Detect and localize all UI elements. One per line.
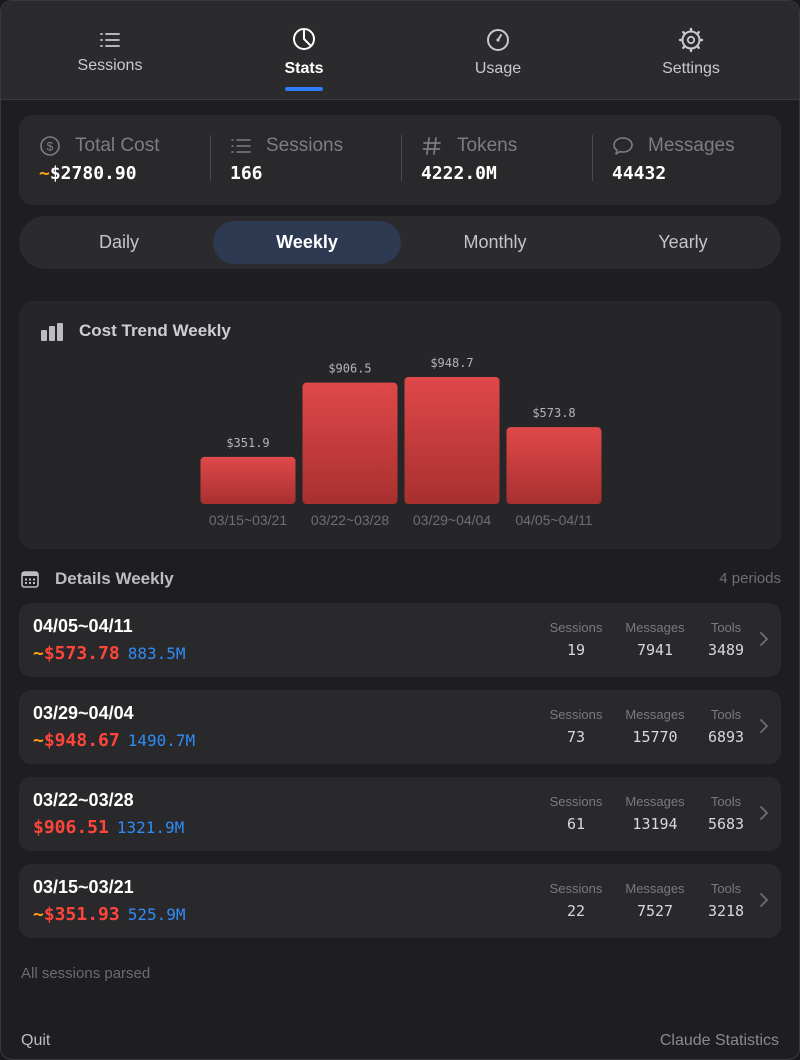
details-count: 4 periods bbox=[719, 570, 781, 587]
bar-value-label: $948.7 bbox=[430, 356, 473, 370]
row-sessions: Sessions 61 bbox=[549, 794, 603, 833]
svg-text:$: $ bbox=[47, 140, 54, 154]
row-tokens: 1490.7M bbox=[127, 731, 196, 750]
gear-icon bbox=[678, 27, 704, 53]
tab-settings-label: Settings bbox=[662, 60, 720, 77]
bar-0 bbox=[200, 456, 296, 504]
row-period: 03/22~03/28 bbox=[33, 790, 134, 810]
row-tokens: 1321.9M bbox=[116, 818, 185, 837]
row-period: 04/05~04/11 bbox=[33, 616, 133, 636]
sessions-label: Sessions bbox=[266, 135, 344, 156]
bar-value-label: $351.9 bbox=[226, 436, 269, 450]
period-row[interactable]: 03/15~03/21 ~$351.93 525.9M Sessions 22 Me… bbox=[19, 864, 781, 938]
row-period: 03/29~04/04 bbox=[33, 703, 134, 723]
stat-messages: Messages 44432 bbox=[612, 115, 772, 205]
summary-divider bbox=[401, 135, 402, 181]
chevron-right-icon bbox=[760, 632, 768, 646]
details-title: Details Weekly bbox=[55, 569, 174, 588]
stat-total-cost: $ Total Cost ~$2780.90 bbox=[39, 115, 219, 205]
x-tick-label: 03/22~03/28 bbox=[311, 512, 389, 528]
summary-divider bbox=[210, 135, 211, 181]
bar-2 bbox=[404, 377, 500, 504]
tab-settings[interactable]: Settings bbox=[594, 1, 788, 99]
tokens-value: 4222.0M bbox=[421, 163, 497, 184]
summary-divider bbox=[592, 135, 593, 181]
tab-usage-label: Usage bbox=[474, 60, 522, 77]
pie-chart-icon bbox=[293, 28, 315, 50]
row-sessions: Sessions 22 bbox=[549, 881, 603, 920]
parse-status: All sessions parsed bbox=[21, 965, 151, 982]
cost-trend-card: Cost Trend Weekly $351.9 03/15~03/21 $906.… bbox=[19, 301, 781, 549]
chat-bubble-icon bbox=[613, 137, 633, 155]
tab-stats-label: Stats bbox=[284, 60, 324, 77]
chevron-right-icon bbox=[760, 719, 768, 733]
row-period: 03/15~03/21 bbox=[33, 877, 134, 897]
chevron-right-icon bbox=[760, 806, 768, 820]
list-icon bbox=[231, 139, 251, 153]
total-cost-label: Total Cost bbox=[75, 135, 160, 156]
app-name: Claude Statistics bbox=[659, 1032, 779, 1049]
row-tools: Tools 5683 bbox=[707, 794, 745, 833]
details-header: Details Weekly 4 periods bbox=[21, 567, 781, 591]
chevron-right-icon bbox=[760, 893, 768, 907]
period-row[interactable]: 03/22~03/28 $906.51 1321.9M Sessions 61 Me… bbox=[19, 777, 781, 851]
sessions-value: 166 bbox=[230, 163, 263, 184]
x-tick-label: 03/15~03/21 bbox=[209, 512, 287, 528]
segment-yearly[interactable]: Yearly bbox=[589, 221, 777, 264]
row-messages: Messages 13194 bbox=[625, 794, 685, 833]
row-tokens: 883.5M bbox=[127, 644, 186, 663]
row-tools: Tools 6893 bbox=[707, 707, 745, 746]
dollar-circle-icon: $ bbox=[40, 136, 60, 156]
row-tools: Tools 3218 bbox=[707, 881, 745, 920]
stat-tokens: Tokens 4222.0M bbox=[421, 115, 591, 205]
segment-daily[interactable]: Daily bbox=[25, 221, 213, 264]
tokens-label: Tokens bbox=[457, 135, 518, 156]
tab-sessions[interactable]: Sessions bbox=[13, 1, 207, 99]
row-sessions: Sessions 73 bbox=[549, 707, 603, 746]
segment-monthly[interactable]: Monthly bbox=[401, 221, 589, 264]
cost-bar-chart: $351.9 03/15~03/21 $906.5 03/22~03/28 $948.7… bbox=[200, 356, 602, 528]
tab-stats[interactable]: Stats bbox=[207, 1, 401, 99]
period-row[interactable]: 03/29~04/04 ~$948.67 1490.7M Sessions 73 M… bbox=[19, 690, 781, 764]
tab-usage[interactable]: Usage bbox=[401, 1, 595, 99]
active-tab-indicator bbox=[285, 87, 323, 91]
row-messages: Messages 7941 bbox=[625, 620, 685, 659]
row-cost: ~$351.93 525.9M bbox=[33, 904, 186, 925]
x-tick-label: 04/05~04/11 bbox=[515, 512, 592, 528]
bar-1 bbox=[302, 382, 398, 504]
app-window: Sessions Stats Usage Settings $ Total Co… bbox=[0, 0, 800, 1060]
bar-3 bbox=[506, 427, 602, 504]
row-tools: Tools 3489 bbox=[707, 620, 745, 659]
bar-value-label: $906.5 bbox=[328, 362, 371, 376]
gauge-icon bbox=[487, 29, 509, 51]
row-cost: ~$948.67 1490.7M bbox=[33, 730, 196, 751]
messages-label: Messages bbox=[648, 135, 735, 156]
row-messages: Messages 7527 bbox=[625, 881, 685, 920]
row-tokens: 525.9M bbox=[127, 905, 186, 924]
messages-value: 44432 bbox=[612, 163, 667, 184]
segment-weekly[interactable]: Weekly bbox=[213, 221, 401, 264]
row-messages: Messages 15770 bbox=[625, 707, 685, 746]
quit-button[interactable]: Quit bbox=[21, 1032, 50, 1050]
period-row[interactable]: 04/05~04/11 ~$573.78 883.5M Sessions 19 Me… bbox=[19, 603, 781, 677]
row-sessions: Sessions 19 bbox=[549, 620, 603, 659]
tab-sessions-label: Sessions bbox=[77, 57, 143, 74]
stat-sessions: Sessions 166 bbox=[230, 115, 400, 205]
row-cost: $906.51 1321.9M bbox=[33, 817, 185, 838]
bar-value-label: $573.8 bbox=[532, 406, 575, 420]
total-cost-value: ~$2780.90 bbox=[39, 163, 137, 184]
period-segmented-control: Daily Weekly Monthly Yearly bbox=[19, 216, 781, 269]
top-tab-bar: Sessions Stats Usage Settings bbox=[1, 1, 799, 100]
calendar-icon bbox=[21, 571, 39, 588]
summary-card: $ Total Cost ~$2780.90 Sessions 166 Toke… bbox=[19, 115, 781, 205]
x-tick-label: 03/29~04/04 bbox=[413, 512, 491, 528]
row-cost: ~$573.78 883.5M bbox=[33, 643, 186, 664]
list-icon bbox=[100, 33, 120, 47]
hash-icon bbox=[422, 137, 441, 155]
